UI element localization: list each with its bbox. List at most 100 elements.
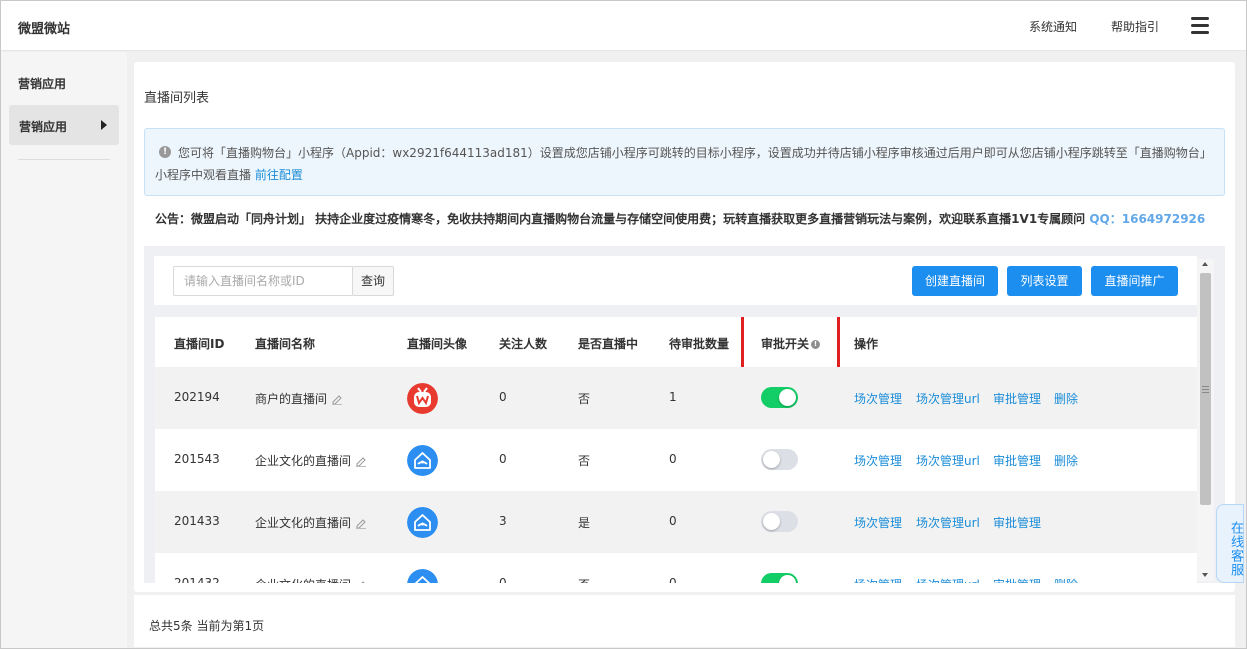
delete-link[interactable]: 删除 [1054,452,1078,469]
cell-followers: 0 [499,390,507,404]
header-is-live: 是否直播中 [578,337,639,351]
table-row: 201432 企业文化的直播间 0 否 0 场次管理 场次管理url 审批管理 删除 [155,553,1197,583]
approval-toggle[interactable] [761,449,798,470]
cell-pending: 1 [669,390,677,404]
cell-id: 201432 [174,576,220,583]
edit-icon[interactable] [332,394,343,405]
header-id: 直播间ID [174,337,225,351]
blue-house-logo-icon [407,507,438,538]
cell-pending: 0 [669,576,677,583]
online-service-button[interactable]: 在线客服 [1216,504,1244,583]
header-pending: 待审批数量 [669,337,730,351]
hamburger-icon[interactable] [1191,17,1209,34]
approval-manage-link[interactable]: 审批管理 [993,390,1041,407]
brand-title: 微盟微站 [18,22,71,37]
toggle-knob [763,451,780,468]
approval-toggle[interactable] [761,573,798,583]
cell-pending: 0 [669,452,677,466]
approval-manage-link[interactable]: 审批管理 [993,576,1041,583]
sidebar: 营销应用 营销应用 [1,52,127,648]
sidebar-divider [18,159,110,160]
go-configure-link[interactable]: 前往配置 [255,168,303,182]
edit-icon[interactable] [356,580,366,584]
approval-toggle[interactable] [761,511,798,532]
cell-is-live: 否 [578,392,591,406]
scroll-thumb[interactable] [1200,273,1211,505]
edit-icon[interactable] [356,456,367,467]
scrollbar[interactable] [1197,259,1214,581]
pagination-summary: 总共5条 当前为第1页 [149,619,265,633]
notice-text: 小程序中观看直播 [155,168,255,182]
caret-right-icon [101,120,107,130]
table-row: 201543 企业文化的直播间 0 否 0 场次管理 场次管理url 审批管理 删除 [155,429,1197,491]
announcement: 公告：微盟启动「同舟计划」 扶持企业度过疫情寒冬，免收扶持期间内直播购物台流量与… [155,210,1205,227]
list-settings-button[interactable]: 列表设置 [1007,266,1082,296]
delete-link[interactable]: 删除 [1054,390,1078,407]
session-manage-link[interactable]: 场次管理 [854,576,902,583]
cell-is-live: 是 [578,516,591,530]
notice-text-line1: 您可将「直播购物台」小程序（Appid：wx2921f644113ad181）设… [178,146,1212,160]
cell-pending: 0 [669,514,677,528]
session-manage-url-link[interactable]: 场次管理url [916,514,980,531]
cell-is-live: 否 [578,576,590,583]
delete-link[interactable]: 删除 [1054,576,1078,583]
system-notice-link[interactable]: 系统通知 [1029,18,1077,35]
create-live-room-button[interactable]: 创建直播间 [912,266,998,296]
session-manage-url-link[interactable]: 场次管理url [916,576,980,583]
header-followers: 关注人数 [499,337,548,351]
announcement-text: 公告：微盟启动「同舟计划」 扶持企业度过疫情寒冬，免收扶持期间内直播购物台流量与… [155,212,1090,226]
toolbar: 查询 创建直播间 列表设置 直播间推广 [154,256,1197,305]
search-input[interactable] [174,267,352,295]
grip-icon [1202,386,1209,395]
edit-icon[interactable] [356,518,367,529]
list-panel: 查询 创建直播间 列表设置 直播间推广 直播间ID 直播间名称 直播间头像 关注… [144,246,1225,583]
table-row: 201433 企业文化的直播间 3 是 0 场次管理 场次管理url 审批管理 [155,491,1197,553]
highlight-box [741,317,840,374]
room-name: 企业文化的直播间 [255,578,351,583]
header-actions: 操作 [854,337,879,351]
sidebar-item-marketing[interactable]: 营销应用 [9,105,119,145]
sidebar-item-label: 营销应用 [19,120,68,134]
promote-live-room-button[interactable]: 直播间推广 [1091,266,1178,296]
header-avatar: 直播间头像 [407,337,468,351]
cell-name: 商户的直播间 [255,390,343,407]
live-room-table: 直播间ID 直播间名称 直播间头像 关注人数 是否直播中 待审批数量 审批开关!… [155,317,1197,583]
cell-id: 201543 [174,452,220,466]
scroll-down-icon[interactable] [1202,573,1208,577]
cell-is-live: 否 [578,454,591,468]
cell-name: 企业文化的直播间 [255,576,366,583]
cell-name: 企业文化的直播间 [255,452,367,469]
approval-manage-link[interactable]: 审批管理 [993,452,1041,469]
header-name: 直播间名称 [255,337,316,351]
red-tv-logo-icon [407,383,438,414]
approval-toggle[interactable] [761,387,798,408]
blue-house-logo-icon [407,445,438,476]
info-icon: ! [159,146,171,158]
session-manage-link[interactable]: 场次管理 [854,390,902,407]
approval-manage-link[interactable]: 审批管理 [993,514,1041,531]
cell-name: 企业文化的直播间 [255,514,367,531]
search-box [173,266,353,296]
cell-id: 201433 [174,514,220,528]
room-name: 企业文化的直播间 [255,454,352,468]
top-bar: 微盟微站 系统通知 帮助指引 [1,1,1246,51]
session-manage-url-link[interactable]: 场次管理url [916,390,980,407]
session-manage-link[interactable]: 场次管理 [854,514,902,531]
page-title: 直播间列表 [144,91,210,106]
toggle-knob [779,389,796,406]
search-button[interactable]: 查询 [352,266,394,296]
qq-contact[interactable]: QQ：1664972926 [1089,212,1205,226]
room-name: 商户的直播间 [255,392,328,406]
blue-house-logo-icon [407,569,438,583]
cell-followers: 0 [499,576,507,583]
cell-followers: 3 [499,514,507,528]
session-manage-url-link[interactable]: 场次管理url [916,452,980,469]
cell-id: 202194 [174,390,220,404]
toggle-knob [779,575,796,583]
pagination-footer: 总共5条 当前为第1页 [134,595,1235,647]
help-guide-link[interactable]: 帮助指引 [1111,18,1159,35]
session-manage-link[interactable]: 场次管理 [854,452,902,469]
toggle-knob [763,513,780,530]
room-name: 企业文化的直播间 [255,516,352,530]
scroll-up-icon[interactable] [1202,262,1208,266]
